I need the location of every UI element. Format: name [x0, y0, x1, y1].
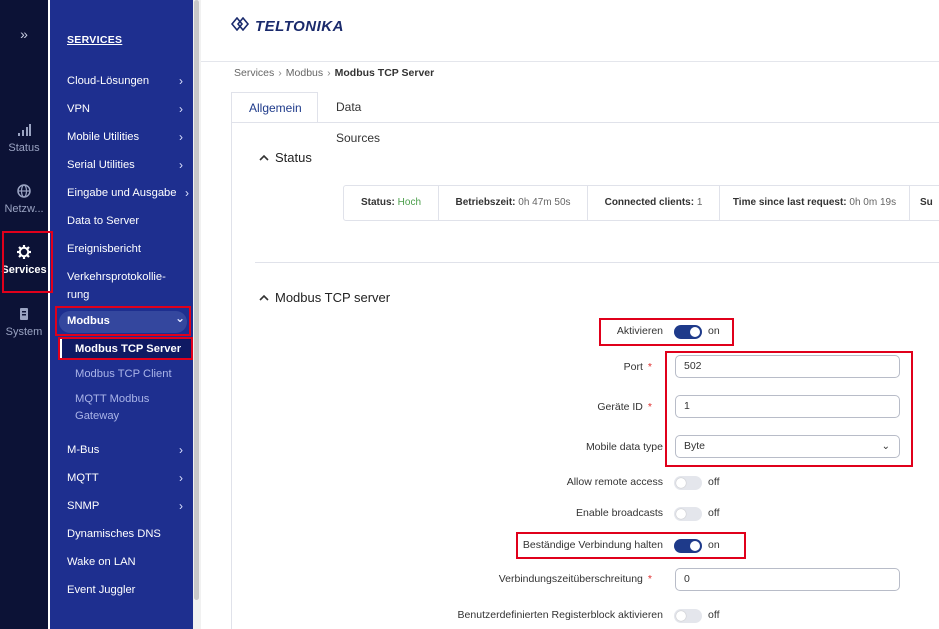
- breadcrumb-separator: ›: [278, 67, 282, 79]
- remote-access-label: Allow remote access: [566, 476, 663, 488]
- highlight-keep-connection: [516, 532, 746, 559]
- breadcrumb-separator: ›: [327, 67, 331, 79]
- content-border: [231, 122, 232, 629]
- rail-label: Netzw...: [4, 203, 44, 215]
- menu-item-traffic-log[interactable]: Verkehrsprotokollie-: [67, 269, 187, 286]
- timeout-input[interactable]: 0: [675, 568, 900, 591]
- menu-item-mobile-utilities[interactable]: Mobile Utilities ›: [67, 129, 187, 146]
- port-label: Port *: [623, 361, 652, 373]
- custom-block-toggle[interactable]: [674, 609, 702, 623]
- globe-icon: [17, 184, 31, 198]
- menu-item-cloud[interactable]: Cloud-Lösungen ›: [67, 73, 187, 90]
- toggle-knob: [676, 611, 686, 621]
- scrollbar-thumb[interactable]: [194, 0, 199, 600]
- server-section-header[interactable]: Modbus TCP server: [259, 290, 390, 305]
- rail-label: System: [5, 326, 43, 338]
- breadcrumb-modbus[interactable]: Modbus: [286, 67, 323, 79]
- highlight-modbus: [55, 306, 191, 336]
- custom-block-state: off: [708, 609, 720, 621]
- menu-item-event-juggler[interactable]: Event Juggler: [67, 582, 187, 599]
- menu-item-modbus-tcp-client[interactable]: Modbus TCP Client: [75, 366, 195, 383]
- highlight-services: [2, 231, 53, 293]
- broadcasts-label: Enable broadcasts: [576, 507, 663, 519]
- tab-divider: [231, 122, 939, 123]
- remote-access-state: off: [708, 476, 720, 488]
- menu-item-snmp[interactable]: SNMP ›: [67, 498, 187, 515]
- custom-block-label: Benutzerdefinierten Registerblock aktivi…: [457, 609, 663, 621]
- chevron-right-icon: ›: [179, 499, 183, 513]
- chevron-right-icon: ›: [179, 443, 183, 457]
- nav-rail: » Status Netzw... Services System: [0, 0, 48, 629]
- menu-title: SERVICES: [67, 34, 123, 46]
- highlight-tcp-server: [58, 337, 193, 360]
- section-divider: [255, 262, 939, 263]
- menu-item-mqtt-modbus-gateway-cont[interactable]: Gateway: [75, 408, 195, 425]
- toggle-knob: [676, 478, 686, 488]
- menu-item-wol[interactable]: Wake on LAN: [67, 554, 187, 571]
- menu-item-traffic-log-cont[interactable]: rung: [67, 287, 187, 304]
- breadcrumb-current: Modbus TCP Server: [334, 67, 435, 79]
- remote-access-toggle[interactable]: [674, 476, 702, 490]
- chevron-up-icon: [259, 154, 269, 161]
- chevron-right-icon: ›: [185, 186, 189, 200]
- status-cell-clients: Connected clients: 1: [588, 186, 720, 220]
- tab-allgemein[interactable]: Allgemein: [231, 92, 318, 123]
- chevron-right-icon: ›: [179, 158, 183, 172]
- status-cell-uptime: Betriebszeit: 0h 47m 50s: [439, 186, 588, 220]
- status-section-header[interactable]: Status: [259, 150, 312, 165]
- header-divider: [201, 61, 939, 62]
- status-cell-truncated: Su: [920, 197, 933, 208]
- status-cell-last-request: Time since last request: 0h 0m 19s: [720, 186, 910, 220]
- signal-icon: [18, 124, 31, 136]
- toggle-knob: [676, 509, 686, 519]
- timeout-label: Verbindungszeitüberschreitung *: [498, 573, 652, 585]
- broadcasts-state: off: [708, 507, 720, 519]
- breadcrumb: Services › Modbus › Modbus TCP Server: [234, 67, 434, 79]
- chevron-right-icon: ›: [179, 102, 183, 116]
- menu-item-mbus[interactable]: M-Bus ›: [67, 442, 187, 459]
- rail-item-system[interactable]: System: [0, 306, 48, 338]
- breadcrumb-services[interactable]: Services: [234, 67, 274, 79]
- menu-item-mqtt[interactable]: MQTT ›: [67, 470, 187, 487]
- menu-item-vpn[interactable]: VPN ›: [67, 101, 187, 118]
- expand-icon[interactable]: »: [0, 26, 48, 42]
- data-type-label: Mobile data type: [585, 441, 663, 453]
- status-summary: Status: Hoch Betriebszeit: 0h 47m 50s Co…: [343, 185, 939, 221]
- menu-item-data-to-server[interactable]: Data to Server: [67, 213, 187, 230]
- system-icon: [20, 308, 28, 320]
- highlight-fields: [665, 351, 913, 467]
- broadcasts-toggle[interactable]: [674, 507, 702, 521]
- status-cell-state: Status: Hoch: [344, 186, 439, 220]
- menu-item-io[interactable]: Eingabe und Ausgabe ›: [67, 185, 189, 202]
- rail-item-status[interactable]: Status: [0, 122, 48, 154]
- tab-data-sources[interactable]: Data Sources: [319, 92, 397, 145]
- highlight-aktivieren: [599, 318, 734, 346]
- teltonika-logo[interactable]: TELTONIKA: [231, 17, 344, 35]
- menu-item-serial-utilities[interactable]: Serial Utilities ›: [67, 157, 187, 174]
- chevron-right-icon: ›: [179, 74, 183, 88]
- menu-item-ddns[interactable]: Dynamisches DNS: [67, 526, 187, 543]
- rail-label: Status: [8, 142, 40, 154]
- app-root: » Status Netzw... Services System SERVIC…: [0, 0, 939, 629]
- chevron-right-icon: ›: [179, 471, 183, 485]
- menu-item-event-report[interactable]: Ereignisbericht: [67, 241, 187, 258]
- rail-item-network[interactable]: Netzw...: [0, 183, 48, 215]
- chevron-up-icon: [259, 294, 269, 301]
- menu-item-mqtt-modbus-gateway[interactable]: MQTT Modbus: [75, 391, 195, 408]
- logo-mark-icon: [231, 17, 250, 31]
- device-id-label: Geräte ID *: [597, 401, 652, 413]
- chevron-right-icon: ›: [179, 130, 183, 144]
